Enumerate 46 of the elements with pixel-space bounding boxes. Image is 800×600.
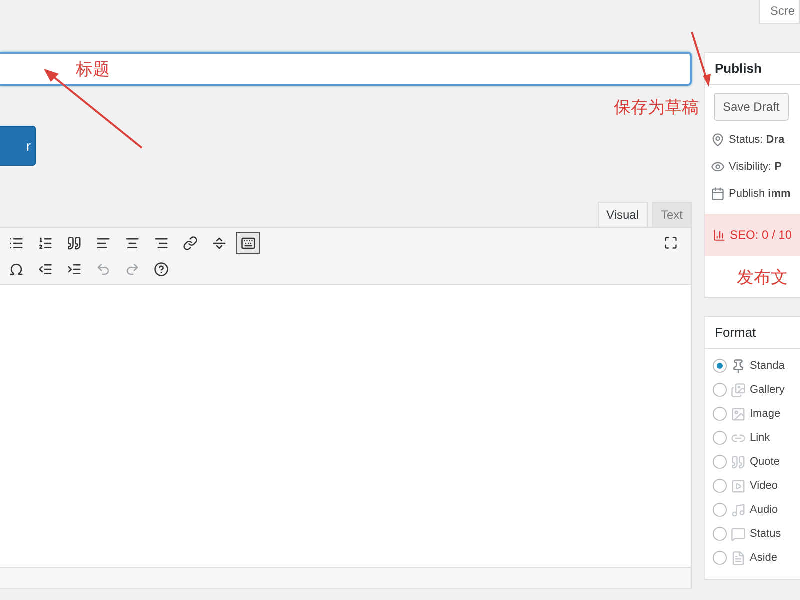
format-label: Audio <box>750 504 778 516</box>
image-icon <box>731 406 746 422</box>
format-label: Image <box>750 408 781 420</box>
radio-button[interactable] <box>713 527 727 541</box>
speech-bubble-icon <box>731 526 746 542</box>
radio-button[interactable] <box>713 479 727 493</box>
publish-info: Status: Dra <box>729 134 785 146</box>
format-label: Standa <box>750 360 785 372</box>
radio-button[interactable] <box>713 383 727 397</box>
format-label: Aside <box>750 552 778 564</box>
primary-button[interactable]: r <box>0 126 36 166</box>
quote-icon <box>731 454 746 470</box>
radio-button[interactable] <box>713 431 727 445</box>
annotation-label: 标题 <box>76 59 110 81</box>
title-input[interactable] <box>0 52 692 86</box>
calendar-icon <box>711 187 725 201</box>
gallery-icon <box>731 382 746 398</box>
annotation-arrow <box>690 30 712 88</box>
format-label: Status <box>750 528 782 540</box>
seo-score: SEO: 0 / 10 <box>730 228 792 242</box>
pin-icon <box>711 133 725 147</box>
pushpin-icon <box>731 358 746 374</box>
chart-icon <box>713 228 726 242</box>
editor-tab[interactable]: Visual <box>598 202 648 227</box>
publish-info: Publish imm <box>729 188 791 200</box>
document-icon <box>731 550 746 566</box>
format-label: Quote <box>750 456 780 468</box>
radio-button[interactable] <box>713 551 727 565</box>
screen-options-tab[interactable]: Scre <box>759 0 800 24</box>
format-label: Link <box>750 432 770 444</box>
radio-button[interactable] <box>713 359 727 373</box>
video-icon <box>731 478 746 494</box>
format-label: Gallery <box>750 384 785 396</box>
radio-button[interactable] <box>713 407 727 421</box>
radio-button[interactable] <box>713 503 727 517</box>
radio-button[interactable] <box>713 455 727 469</box>
annotation-label: 保存为草稿 <box>614 97 699 119</box>
save-draft-button[interactable]: Save Draft <box>714 93 789 121</box>
annotation-label: 发布文 <box>736 267 789 289</box>
format-label: Video <box>750 480 778 492</box>
music-note-icon <box>731 502 746 518</box>
eye-icon <box>711 160 725 174</box>
editor-tab[interactable]: Text <box>652 202 692 227</box>
toolbar-toggle-icon[interactable] <box>236 232 260 254</box>
panel-title: Format <box>705 317 800 349</box>
publish-info: Visibility: P <box>729 161 782 173</box>
